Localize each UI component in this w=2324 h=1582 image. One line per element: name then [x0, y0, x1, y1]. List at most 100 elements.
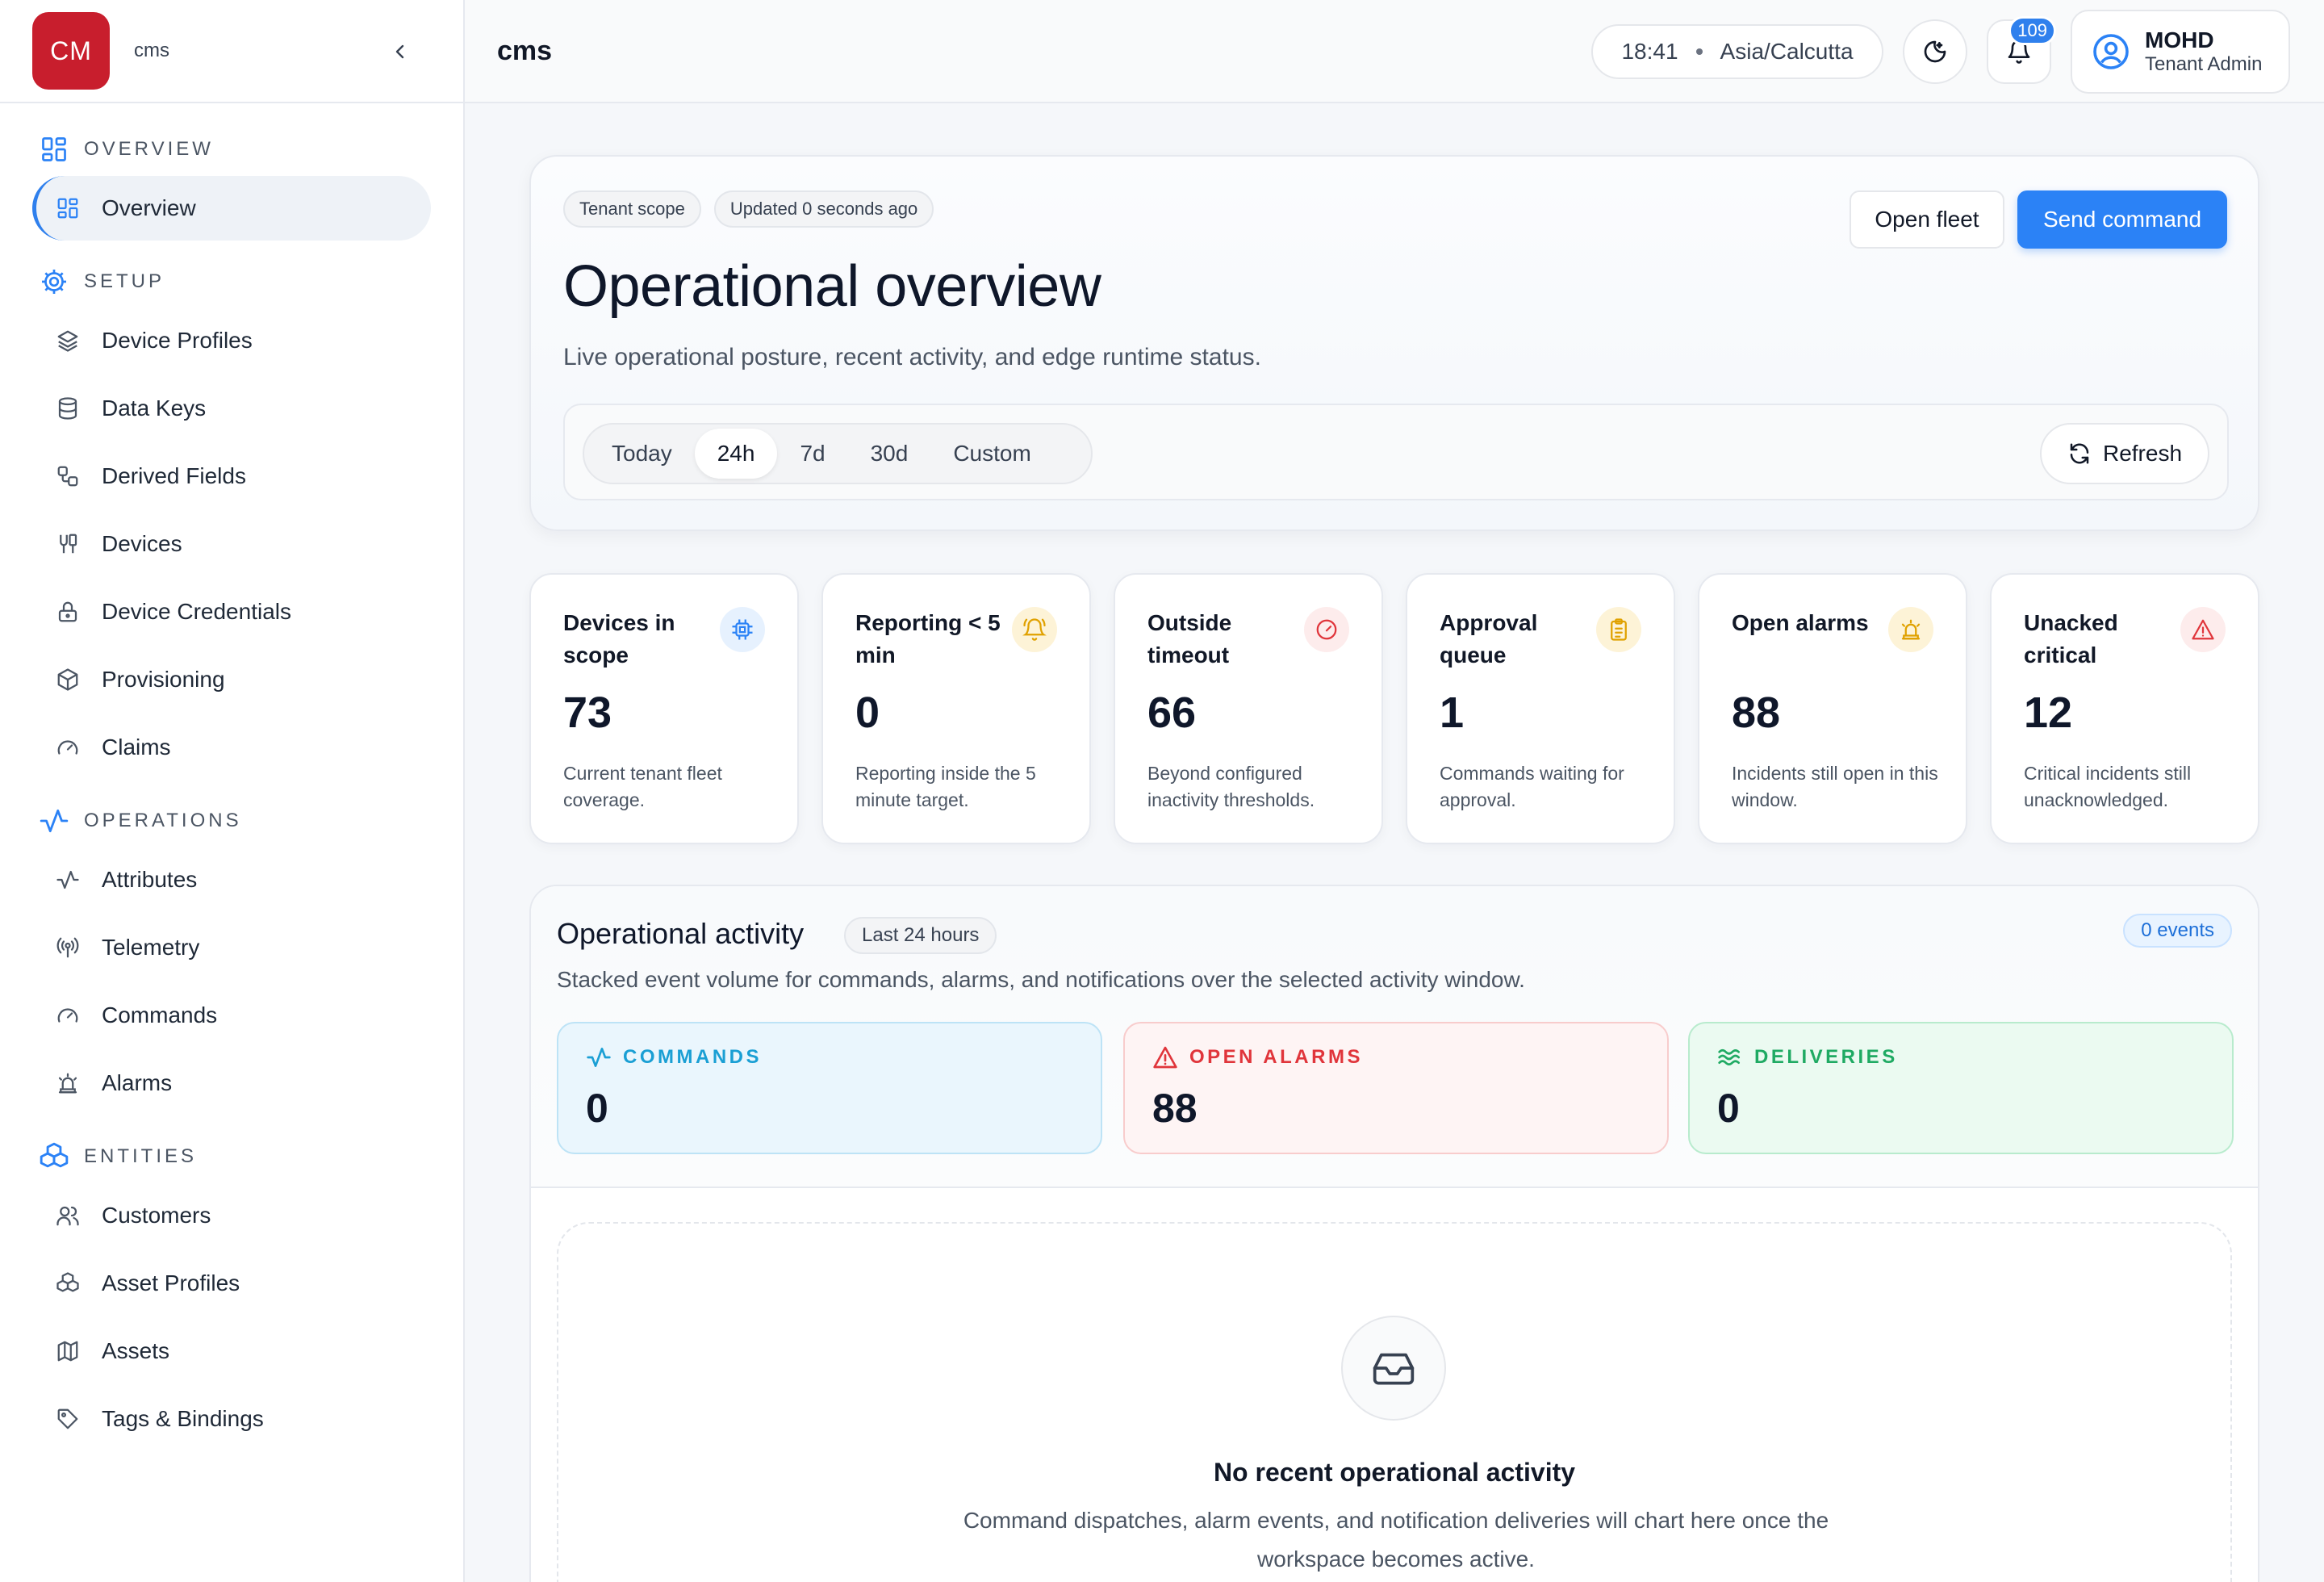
brand-logo[interactable]: CM — [32, 12, 110, 90]
sidebar-item-devices[interactable]: Devices — [32, 512, 431, 576]
sidebar-item-alarms[interactable]: Alarms — [32, 1051, 431, 1115]
range-option-24h[interactable]: 24h — [694, 429, 778, 479]
sidebar-item-device-profiles[interactable]: Device Profiles — [32, 308, 431, 373]
stat-card-devices-in-scope[interactable]: Devices in scope 73 Current tenant fleet… — [529, 573, 799, 844]
sidebar-item-label: Claims — [102, 734, 171, 760]
stat-label: Devices in scope — [563, 610, 675, 668]
clock-timezone-pill[interactable]: 18:41 Asia/Calcutta — [1591, 24, 1883, 79]
sidebar-item-label: Overview — [102, 195, 196, 220]
stat-card-approval-queue[interactable]: Approval queue 1 Commands waiting for ap… — [1406, 573, 1675, 844]
sidebar-item-label: Derived Fields — [102, 463, 246, 488]
section-title: SETUP — [84, 270, 165, 292]
stat-value: 66 — [1147, 688, 1197, 737]
stat-card-reporting[interactable]: Reporting < 5 min 0 Reporting inside the… — [821, 573, 1091, 844]
stat-label: Outside timeout — [1147, 610, 1232, 668]
nav-section-setup: SETUP Device Profiles Data Keys Derived … — [0, 258, 463, 780]
range-option-custom[interactable]: Custom — [930, 429, 1053, 479]
sidebar-item-customers[interactable]: Customers — [32, 1183, 431, 1248]
sidebar-item-assets[interactable]: Assets — [32, 1319, 431, 1383]
gear-icon — [39, 266, 69, 297]
siren-icon — [55, 1070, 81, 1096]
sidebar-item-overview[interactable]: Overview — [32, 176, 431, 241]
activity-subtitle: Stacked event volume for commands, alarm… — [557, 967, 1525, 992]
sidebar-item-claims[interactable]: Claims — [32, 715, 431, 780]
range-option-today[interactable]: Today — [589, 429, 695, 479]
section-title: ENTITIES — [84, 1145, 198, 1167]
sidebar-item-derived-fields[interactable]: Derived Fields — [32, 444, 431, 508]
separator-dot — [1695, 48, 1703, 55]
sidebar-item-label: Customers — [102, 1203, 211, 1228]
theme-toggle-button[interactable] — [1903, 19, 1967, 84]
user-role: Tenant Admin — [2145, 53, 2263, 76]
siren-icon — [1888, 607, 1933, 652]
cpu-icon — [720, 607, 765, 652]
refresh-label: Refresh — [2102, 441, 2183, 466]
sidebar-item-telemetry[interactable]: Telemetry — [32, 915, 431, 980]
stat-card-open-alarms[interactable]: Open alarms 88 Incidents still open in t… — [1698, 573, 1967, 844]
empty-state: No recent operational activity Command d… — [557, 1222, 2232, 1582]
sidebar-item-data-keys[interactable]: Data Keys — [32, 376, 431, 441]
stat-description: Critical incidents still unacknowledged. — [2024, 763, 2192, 810]
chevron-left-icon — [395, 44, 404, 59]
metric-label-text: OPEN ALARMS — [1189, 1046, 1363, 1068]
sidebar-item-tags-bindings[interactable]: Tags & Bindings — [32, 1387, 431, 1451]
sidebar-item-commands[interactable]: Commands — [32, 983, 431, 1048]
refresh-button[interactable]: Refresh — [2040, 423, 2209, 484]
inbox-icon — [1341, 1316, 1446, 1421]
gauge-icon — [55, 1002, 81, 1028]
stat-description: Reporting inside the 5 minute target. — [855, 763, 1036, 810]
metric-label-text: DELIVERIES — [1754, 1046, 1898, 1068]
stat-card-outside-timeout[interactable]: Outside timeout 66 Beyond configured ina… — [1114, 573, 1383, 844]
user-info: MOHD Tenant Admin — [2145, 27, 2262, 76]
activity-window-chip: Last 24 hours — [844, 917, 997, 954]
sidebar-item-asset-profiles[interactable]: Asset Profiles — [32, 1251, 431, 1316]
refresh-icon — [2070, 443, 2089, 464]
hero-subtitle: Live operational posture, recent activit… — [563, 344, 1261, 370]
stat-label: Reporting < 5 min — [855, 610, 1001, 668]
box-icon — [55, 667, 81, 693]
section-header-setup: SETUP — [0, 258, 463, 305]
stat-value: 0 — [855, 688, 880, 737]
send-command-button[interactable]: Send command — [2017, 190, 2227, 249]
users-icon — [55, 1203, 81, 1228]
metric-open-alarms[interactable]: OPEN ALARMS 88 — [1123, 1022, 1669, 1154]
stat-card-unacked-critical[interactable]: Unacked critical 12 Critical incidents s… — [1990, 573, 2259, 844]
metric-label: OPEN ALARMS — [1152, 1044, 1363, 1070]
sidebar-item-label: Tags & Bindings — [102, 1406, 264, 1431]
user-menu-button[interactable]: MOHD Tenant Admin — [2071, 10, 2290, 94]
sidebar-item-label: Telemetry — [102, 935, 200, 960]
overview-hero-card: Tenant scope Updated 0 seconds ago Opera… — [529, 155, 2259, 531]
metric-deliveries[interactable]: DELIVERIES 0 — [1688, 1022, 2234, 1154]
sidebar: CM cms OVERVIEW Overview SETUP Device Pr… — [0, 0, 465, 1582]
section-title: OVERVIEW — [84, 138, 214, 160]
notifications-button[interactable]: 109 — [1987, 16, 2056, 84]
events-count-badge: 0 events — [2123, 914, 2232, 948]
sidebar-item-attributes[interactable]: Attributes — [32, 848, 431, 912]
activity-header: Operational activity Last 24 hours 0 eve… — [531, 886, 2258, 1188]
sidebar-item-label: Data Keys — [102, 396, 207, 421]
sidebar-item-device-credentials[interactable]: Device Credentials — [32, 580, 431, 644]
sidebar-item-label: Device Profiles — [102, 328, 253, 353]
section-header-entities: ENTITIES — [0, 1133, 463, 1180]
sidebar-item-label: Device Credentials — [102, 599, 291, 624]
range-option-7d[interactable]: 7d — [777, 429, 847, 479]
sidebar-item-provisioning[interactable]: Provisioning — [32, 647, 431, 712]
stat-value: 12 — [2024, 688, 2073, 737]
clock-time: 18:41 — [1621, 39, 1678, 64]
workflow-icon — [55, 463, 81, 489]
clock-timezone: Asia/Calcutta — [1720, 39, 1854, 64]
stat-label: Approval queue — [1440, 610, 1538, 668]
activity-icon — [39, 806, 69, 836]
layers-icon — [55, 328, 81, 354]
devices-icon — [55, 531, 81, 557]
range-option-30d[interactable]: 30d — [848, 429, 931, 479]
brand-header: CM cms — [0, 0, 463, 103]
metric-commands[interactable]: COMMANDS 0 — [557, 1022, 1102, 1154]
metric-label: COMMANDS — [586, 1044, 762, 1070]
collapse-sidebar-button[interactable] — [384, 36, 416, 68]
stat-description: Beyond configured inactivity thresholds. — [1147, 763, 1315, 810]
metric-value: 0 — [586, 1086, 608, 1131]
radio-icon — [55, 935, 81, 960]
open-fleet-button[interactable]: Open fleet — [1850, 190, 2004, 249]
tag-icon — [55, 1406, 81, 1432]
